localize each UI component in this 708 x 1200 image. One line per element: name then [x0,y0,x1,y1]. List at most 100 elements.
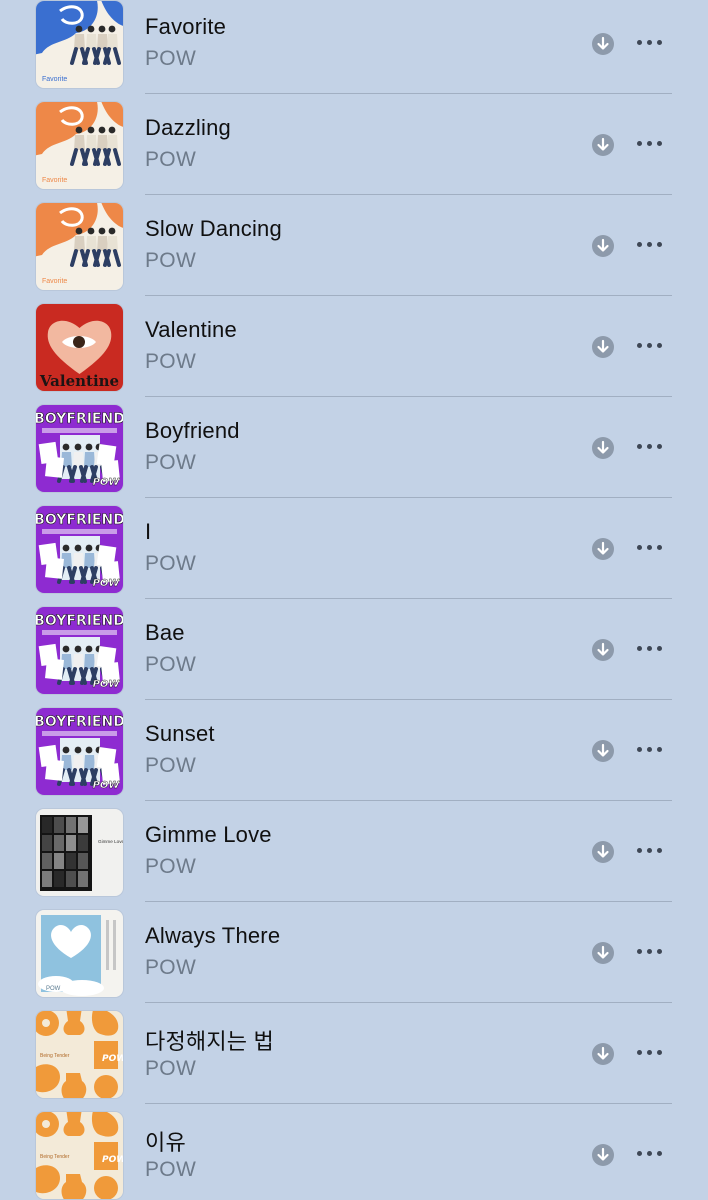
song-row[interactable]: Favorite Slow Dancing POW [0,202,708,303]
row-separator [145,1103,672,1104]
svg-text:BOYFRIEND: BOYFRIEND [36,512,123,528]
song-title: Slow Dancing [145,216,282,241]
song-list: Favorite Favorite POW Favorite Dazzling … [0,0,708,1200]
more-icon[interactable] [636,1046,664,1060]
row-separator [145,901,672,902]
album-art: BOYFRIEND POW [36,708,123,795]
song-artist: POW [145,148,197,171]
svg-text:POW: POW [93,679,121,690]
song-artist: POW [145,1158,197,1181]
download-icon[interactable] [592,336,614,358]
song-row[interactable]: Gimme Love Gimme Love POW [0,808,708,909]
song-title: Valentine [145,317,237,342]
song-title: 이유 [145,1130,186,1155]
song-artist: POW [145,1057,197,1080]
song-artist: POW [145,754,197,777]
more-icon[interactable] [636,1147,664,1161]
svg-text:Favorite: Favorite [42,278,67,285]
song-row[interactable]: POW Always There POW [0,909,708,1010]
song-artist: POW [145,350,197,373]
song-artist: POW [145,653,197,676]
more-icon[interactable] [636,541,664,555]
svg-text:Being Tender: Being Tender [40,1053,70,1059]
download-icon[interactable] [592,1043,614,1065]
download-icon[interactable] [592,134,614,156]
song-artist: POW [145,451,197,474]
album-art: Being Tender POW [36,1112,123,1199]
row-separator [145,800,672,801]
svg-text:POW: POW [102,1155,123,1165]
svg-text:POW: POW [93,780,121,791]
song-row[interactable]: BOYFRIEND POW Boyfriend POW [0,404,708,505]
song-row[interactable]: BOYFRIEND POW Sunset POW [0,707,708,808]
svg-text:POW: POW [46,986,61,992]
song-artist: POW [145,855,197,878]
download-icon[interactable] [592,437,614,459]
svg-text:BOYFRIEND: BOYFRIEND [36,411,123,427]
song-title: Boyfriend [145,418,240,443]
album-art: Valentine [36,304,123,391]
svg-text:BOYFRIEND: BOYFRIEND [36,613,123,629]
row-separator [145,194,672,195]
song-artist: POW [145,249,197,272]
song-artist: POW [145,47,197,70]
more-icon[interactable] [636,137,664,151]
svg-text:POW: POW [93,578,121,589]
song-row[interactable]: Being Tender POW 다정해지는 법 POW [0,1010,708,1111]
svg-text:Being Tender: Being Tender [40,1154,70,1160]
more-icon[interactable] [636,238,664,252]
song-title: 다정해지는 법 [145,1029,274,1054]
svg-text:Gimme Love: Gimme Love [98,839,123,844]
song-title: Favorite [145,14,227,39]
song-row[interactable]: Favorite Favorite POW [0,0,708,101]
album-art: BOYFRIEND POW [36,506,123,593]
row-separator [145,396,672,397]
song-artist: POW [145,552,197,575]
song-row[interactable]: Favorite Dazzling POW [0,101,708,202]
row-separator [145,295,672,296]
song-title: Sunset [145,721,215,746]
song-title: Bae [145,620,185,645]
song-title: Dazzling [145,115,231,140]
album-art: POW [36,910,123,997]
more-icon[interactable] [636,844,664,858]
album-art: Favorite [36,102,123,189]
more-icon[interactable] [636,36,664,50]
svg-text:Favorite: Favorite [42,177,67,184]
row-separator [145,699,672,700]
svg-text:Favorite: Favorite [42,76,67,83]
more-icon[interactable] [636,440,664,454]
song-title: I [145,519,152,544]
more-icon[interactable] [636,642,664,656]
download-icon[interactable] [592,1144,614,1166]
album-art: Favorite [36,203,123,290]
download-icon[interactable] [592,942,614,964]
song-row[interactable]: Being Tender POW 이유 POW [0,1111,708,1200]
song-row[interactable]: BOYFRIEND POW Bae POW [0,606,708,707]
download-icon[interactable] [592,33,614,55]
svg-text:BOYFRIEND: BOYFRIEND [36,714,123,730]
svg-text:POW: POW [93,477,121,488]
download-icon[interactable] [592,740,614,762]
song-artist: POW [145,956,197,979]
more-icon[interactable] [636,945,664,959]
download-icon[interactable] [592,639,614,661]
download-icon[interactable] [592,841,614,863]
svg-text:Valentine: Valentine [39,372,119,390]
more-icon[interactable] [636,743,664,757]
row-separator [145,1002,672,1003]
more-icon[interactable] [636,339,664,353]
album-art: BOYFRIEND POW [36,607,123,694]
song-row[interactable]: BOYFRIEND POW I POW [0,505,708,606]
svg-text:POW: POW [102,1054,123,1064]
song-title: Gimme Love [145,822,272,847]
album-art: Being Tender POW [36,1011,123,1098]
download-icon[interactable] [592,235,614,257]
row-separator [145,497,672,498]
song-title: Always There [145,923,281,948]
row-separator [145,598,672,599]
download-icon[interactable] [592,538,614,560]
album-art: Gimme Love [36,809,123,896]
album-art: BOYFRIEND POW [36,405,123,492]
song-row[interactable]: Valentine Valentine POW [0,303,708,404]
